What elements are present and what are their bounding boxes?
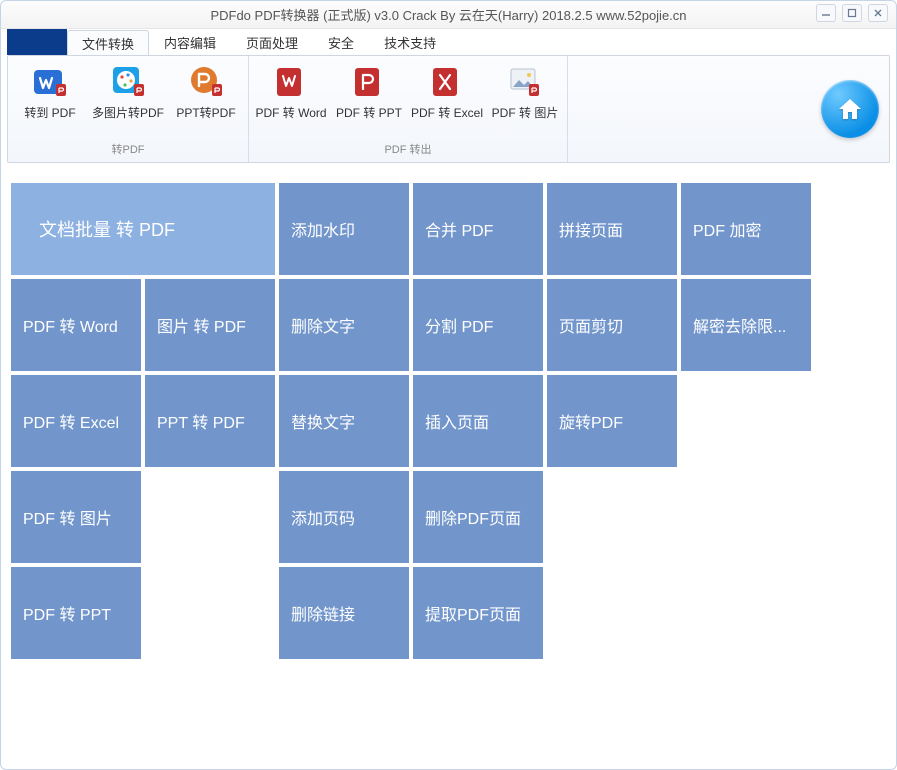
powerpoint-icon xyxy=(188,64,224,100)
tile-split-pdf[interactable]: 分割 PDF xyxy=(413,279,543,371)
tile-page-crop[interactable]: 页面剪切 xyxy=(547,279,677,371)
app-menu-tab[interactable] xyxy=(7,29,67,55)
home-icon xyxy=(835,94,865,124)
tile-pdf-encrypt[interactable]: PDF 加密 xyxy=(681,183,811,275)
ribbon-label: PDF 转 PPT xyxy=(336,104,402,121)
ribbon-pdf-to-excel[interactable]: PDF 转 Excel xyxy=(411,60,483,121)
ribbon-label: PDF 转 Excel xyxy=(411,104,483,121)
tile-del-pdf-page[interactable]: 删除PDF页面 xyxy=(413,471,543,563)
word-icon xyxy=(32,64,68,100)
ribbon-pdf-to-image[interactable]: PDF 转 图片 xyxy=(489,60,561,121)
tile-join-pages[interactable]: 拼接页面 xyxy=(547,183,677,275)
ribbon-group-to-pdf: 转到 PDF 多图片转PDF PPT转PDF 转PDF xyxy=(8,56,249,162)
tile-merge-pdf[interactable]: 合并 PDF xyxy=(413,183,543,275)
tile-pdf-to-image[interactable]: PDF 转 图片 xyxy=(11,471,141,563)
ribbon-tabs: 文件转换 内容编辑 页面处理 安全 技术支持 xyxy=(1,29,896,55)
tile-gap xyxy=(145,471,275,563)
tab-file-convert[interactable]: 文件转换 xyxy=(67,30,149,56)
pdf-excel-icon xyxy=(429,64,465,100)
ribbon-label: PPT转PDF xyxy=(176,104,235,121)
home-button[interactable] xyxy=(821,80,879,138)
ribbon-pdf-to-ppt[interactable]: PDF 转 PPT xyxy=(333,60,405,121)
ribbon-multi-img-to-pdf[interactable]: 多图片转PDF xyxy=(92,60,164,121)
pdf-ppt-icon xyxy=(351,64,387,100)
close-button[interactable] xyxy=(868,4,888,22)
ribbon-label: 转到 PDF xyxy=(24,104,75,121)
tile-add-pagenum[interactable]: 添加页码 xyxy=(279,471,409,563)
tile-rotate-pdf[interactable]: 旋转PDF xyxy=(547,375,677,467)
window-title: PDFdo PDF转换器 (正式版) v3.0 Crack By 云在天(Har… xyxy=(210,5,686,24)
ribbon-pdf-to-word[interactable]: PDF 转 Word xyxy=(255,60,327,121)
tile-decrypt-remove[interactable]: 解密去除限... xyxy=(681,279,811,371)
ribbon-to-pdf[interactable]: 转到 PDF xyxy=(14,60,86,121)
palette-icon xyxy=(110,64,146,100)
tile-del-text[interactable]: 删除文字 xyxy=(279,279,409,371)
maximize-button[interactable] xyxy=(842,4,862,22)
ribbon-label: PDF 转 Word xyxy=(255,104,326,121)
tile-ppt-to-pdf[interactable]: PPT 转 PDF xyxy=(145,375,275,467)
tile-replace-text[interactable]: 替换文字 xyxy=(279,375,409,467)
tile-pdf-to-word[interactable]: PDF 转 Word xyxy=(11,279,141,371)
tile-insert-page[interactable]: 插入页面 xyxy=(413,375,543,467)
ribbon-ppt-to-pdf[interactable]: PPT转PDF xyxy=(170,60,242,121)
ribbon-panel: 转到 PDF 多图片转PDF PPT转PDF 转PDF PDF 转 Word xyxy=(7,55,890,163)
tile-pdf-to-excel[interactable]: PDF 转 Excel xyxy=(11,375,141,467)
group-label: PDF 转出 xyxy=(255,139,561,160)
tile-img-to-pdf[interactable]: 图片 转 PDF xyxy=(145,279,275,371)
content-area: 文档批量 转 PDF 添加水印 合并 PDF 拼接页面 PDF 加密 PDF 转… xyxy=(1,163,896,769)
tab-tech-support[interactable]: 技术支持 xyxy=(369,29,451,55)
tile-batch-to-pdf[interactable]: 文档批量 转 PDF xyxy=(11,183,275,275)
app-window: PDFdo PDF转换器 (正式版) v3.0 Crack By 云在天(Har… xyxy=(0,0,897,770)
tile-del-link[interactable]: 删除链接 xyxy=(279,567,409,659)
tab-content-edit[interactable]: 内容编辑 xyxy=(149,29,231,55)
ribbon-label: 多图片转PDF xyxy=(92,104,164,121)
title-bar: PDFdo PDF转换器 (正式版) v3.0 Crack By 云在天(Har… xyxy=(1,1,896,29)
minimize-button[interactable] xyxy=(816,4,836,22)
window-controls xyxy=(816,4,888,22)
pdf-word-icon xyxy=(273,64,309,100)
tab-security[interactable]: 安全 xyxy=(313,29,369,55)
ribbon-group-pdf-out: PDF 转 Word PDF 转 PPT PDF 转 Excel PDF 转 图… xyxy=(249,56,568,162)
tile-add-watermark[interactable]: 添加水印 xyxy=(279,183,409,275)
group-label: 转PDF xyxy=(14,139,242,160)
ribbon-label: PDF 转 图片 xyxy=(492,104,559,121)
tile-extract-pdf-page[interactable]: 提取PDF页面 xyxy=(413,567,543,659)
tile-pdf-to-ppt[interactable]: PDF 转 PPT xyxy=(11,567,141,659)
tile-gap xyxy=(145,567,275,659)
pdf-image-icon xyxy=(507,64,543,100)
tab-page-handle[interactable]: 页面处理 xyxy=(231,29,313,55)
